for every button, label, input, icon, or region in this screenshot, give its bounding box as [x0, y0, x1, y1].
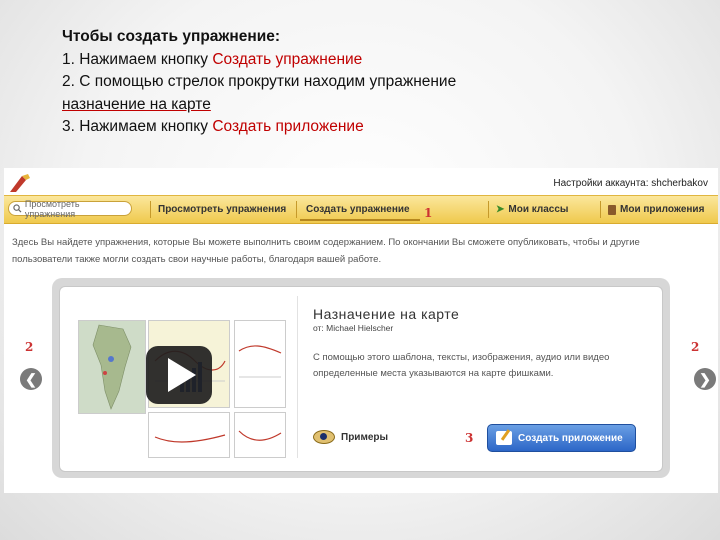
instruction-step-3: 3. Нажимаем кнопку Создать приложение: [62, 116, 662, 139]
nav-my-apps[interactable]: Мои приложения: [608, 204, 704, 215]
step1-prefix: 1. Нажимаем кнопку: [62, 50, 213, 68]
map-thumbnail: [78, 320, 146, 414]
chart-thumbnail: [148, 412, 230, 458]
instruction-step-2-target: назначение на карте: [62, 94, 662, 117]
exercise-author: от: Michael Hielscher: [313, 323, 394, 333]
annotation-marker-2-right: 2: [691, 340, 700, 354]
logo-icon: [10, 174, 30, 192]
instructions: Чтобы создать упражнение: 1. Нажимаем кн…: [62, 26, 662, 139]
examples-label: Примеры: [341, 431, 389, 443]
annotation-marker-3: 3: [465, 431, 474, 445]
main-nav: Просмотреть упражнения Просмотреть упраж…: [4, 195, 718, 224]
nav-create-exercise[interactable]: Создать упражнение: [306, 204, 410, 215]
exercise-title: Назначение на карте: [313, 306, 460, 322]
nav-divider: [488, 201, 489, 218]
nav-my-classes-label: Мои классы: [508, 204, 569, 215]
annotation-marker-2-left: 2: [25, 340, 34, 354]
account-link[interactable]: Настройки аккаунта: shcherbakov: [553, 178, 708, 189]
step3-action: Создать приложение: [212, 118, 364, 136]
search-placeholder: Просмотреть упражнения: [24, 198, 80, 219]
nav-divider: [600, 201, 601, 218]
nav-my-classes[interactable]: ➤ Мои классы: [496, 204, 568, 215]
nav-divider: [296, 201, 297, 218]
search-field[interactable]: Просмотреть упражнения: [8, 198, 132, 219]
instruction-step-1: 1. Нажимаем кнопку Создать упражнение: [62, 49, 662, 72]
carousel-prev-button[interactable]: ❮: [20, 368, 42, 390]
instruction-step-2: 2. С помощью стрелок прокрутки находим у…: [62, 73, 457, 91]
create-app-label: Создать приложение: [518, 432, 623, 444]
carousel-next-button[interactable]: ❯: [694, 368, 716, 390]
step2-target: назначение на карте: [62, 95, 211, 113]
page-description: Здесь Вы найдете упражнения, которые Вы …: [12, 237, 640, 265]
chart-thumbnail: [234, 412, 286, 458]
apps-icon: [608, 204, 616, 215]
chart-preview: [154, 434, 226, 443]
create-app-button[interactable]: Создать приложение: [487, 424, 636, 452]
instructions-title: Чтобы создать упражнение:: [62, 28, 281, 45]
nav-my-apps-label: Мои приложения: [620, 204, 705, 215]
nav-active-indicator: [300, 219, 420, 221]
search-icon: [13, 204, 22, 213]
chart-thumbnail: [234, 320, 286, 408]
step1-action: Создать упражнение: [212, 50, 363, 68]
classes-icon: ➤: [496, 204, 505, 215]
arrow-left-icon: ❮: [25, 371, 37, 387]
annotation-marker-1: 1: [424, 206, 433, 220]
header-strip: ​ Настройки аккаунта: shcherbakov: [4, 168, 718, 194]
card-divider: [297, 296, 298, 458]
eye-icon: [313, 430, 335, 444]
chart-preview: [238, 430, 282, 441]
exercise-description: С помощью этого шаблона, тексты, изображ…: [313, 352, 610, 379]
nav-browse-exercises[interactable]: Просмотреть упражнения: [158, 204, 286, 215]
nav-divider: [150, 201, 151, 218]
play-icon: [168, 358, 196, 392]
edit-icon: [496, 431, 512, 445]
examples-link[interactable]: Примеры: [313, 430, 388, 444]
chart-preview: [238, 345, 282, 378]
map-shape: [79, 321, 145, 413]
arrow-right-icon: ❯: [699, 371, 711, 387]
step3-prefix: 3. Нажимаем кнопку: [62, 118, 213, 136]
